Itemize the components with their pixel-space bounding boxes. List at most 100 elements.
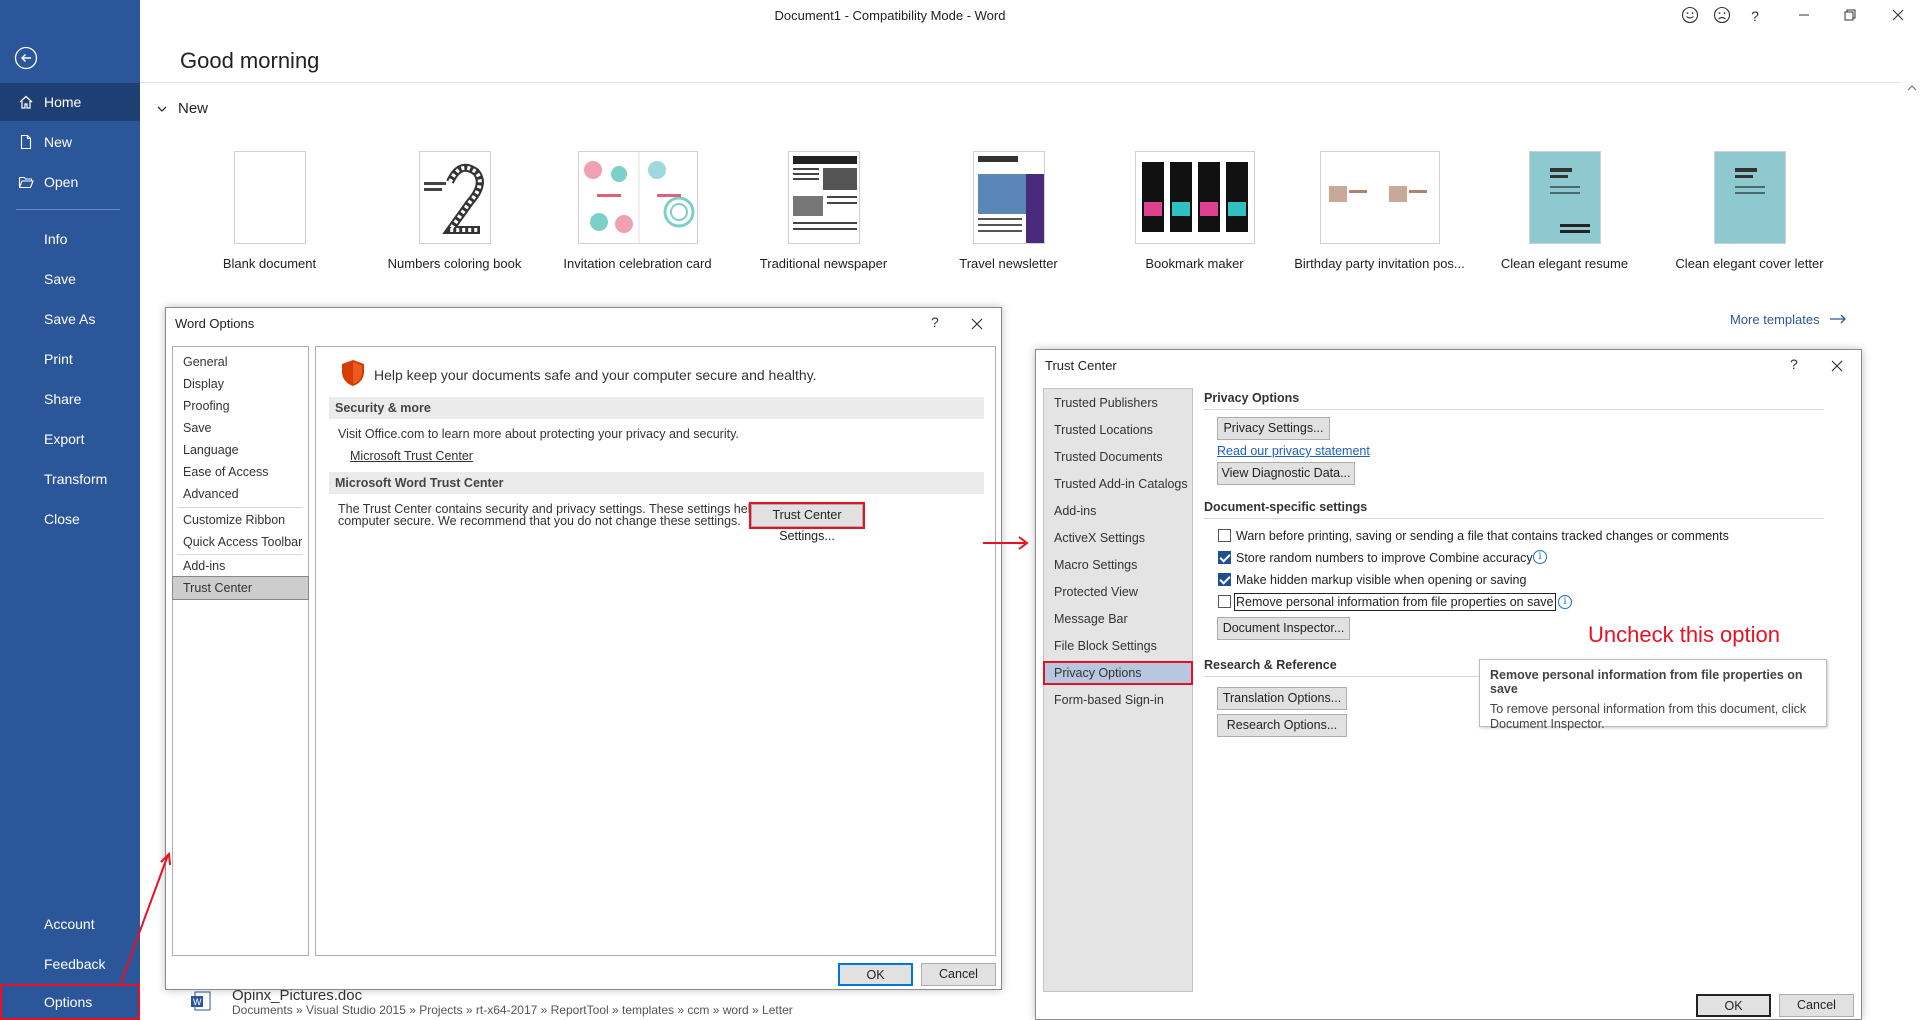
microsoft-trust-center-link[interactable]: Microsoft Trust Center	[350, 449, 473, 464]
nav-share[interactable]: Share	[0, 380, 140, 418]
nav-export[interactable]: Export	[0, 420, 140, 458]
options-nav-ease-of-access[interactable]: Ease of Access	[173, 461, 308, 483]
template-traditional-newspaper[interactable]: Traditional newspaper	[731, 151, 916, 271]
template-birthday-party-invitation[interactable]: Birthday party invitation pos...	[1287, 151, 1472, 271]
options-nav-language[interactable]: Language	[173, 439, 308, 461]
info-icon[interactable]: i	[1533, 550, 1547, 564]
smiley-feedback-icon[interactable]	[1680, 6, 1700, 26]
options-nav-general[interactable]: General	[173, 351, 308, 373]
trust-center-help-icon[interactable]: ?	[1790, 356, 1798, 372]
nav-close[interactable]: Close	[0, 500, 140, 538]
options-nav-advanced[interactable]: Advanced	[173, 483, 308, 505]
scroll-up-icon[interactable]	[1904, 82, 1920, 94]
word-options-cancel-button[interactable]: Cancel	[921, 963, 996, 986]
tc-nav-trusted-addin-catalogs[interactable]: Trusted Add-in Catalogs	[1044, 473, 1192, 495]
trust-center-close-icon[interactable]	[1831, 354, 1843, 377]
info-icon[interactable]: i	[1558, 595, 1572, 609]
template-thumbnail	[1713, 151, 1786, 244]
warn-tracked-changes-checkbox[interactable]	[1218, 529, 1231, 542]
nav-info[interactable]: Info	[0, 220, 140, 258]
nav-save-as[interactable]: Save As	[0, 300, 140, 338]
nav-options[interactable]: Options	[0, 984, 140, 1020]
nav-print-label: Print	[44, 351, 73, 367]
options-nav-save[interactable]: Save	[173, 417, 308, 439]
document-inspector-button[interactable]: Document Inspector...	[1217, 617, 1350, 640]
vertical-scrollbar[interactable]	[1904, 82, 1920, 1020]
word-options-ok-button[interactable]: OK	[838, 963, 913, 986]
nav-transform[interactable]: Transform	[0, 460, 140, 498]
section-rule	[1204, 518, 1824, 519]
tc-nav-trusted-publishers[interactable]: Trusted Publishers	[1044, 392, 1192, 414]
privacy-options-heading: Privacy Options	[1204, 391, 1300, 405]
trust-lead-text: Help keep your documents safe and your c…	[374, 367, 817, 383]
view-diagnostic-data-button[interactable]: View Diagnostic Data...	[1217, 462, 1355, 485]
close-window-icon[interactable]	[1888, 6, 1908, 26]
nav-options-label: Options	[44, 994, 93, 1010]
nav-feedback[interactable]: Feedback	[0, 945, 140, 983]
options-nav-add-ins[interactable]: Add-ins	[173, 555, 308, 577]
template-invitation-celebration-card[interactable]: Invitation celebration card	[545, 151, 730, 271]
options-nav-customize-ribbon[interactable]: Customize Ribbon	[173, 509, 308, 531]
translation-options-button[interactable]: Translation Options...	[1217, 687, 1347, 710]
trust-center-cancel-button[interactable]: Cancel	[1779, 994, 1854, 1017]
remove-personal-info-checkbox[interactable]	[1218, 595, 1231, 608]
nav-account[interactable]: Account	[0, 905, 140, 943]
restore-icon[interactable]	[1840, 6, 1860, 26]
tc-nav-privacy-options[interactable]: Privacy Options	[1043, 661, 1193, 685]
word-options-nav: General Display Proofing Save Language E…	[172, 346, 309, 956]
new-document-icon	[20, 134, 32, 150]
template-numbers-coloring-book[interactable]: Numbers coloring book	[362, 151, 547, 271]
tooltip-title: Remove personal information from file pr…	[1490, 668, 1803, 696]
options-nav-trust-center[interactable]: Trust Center	[172, 576, 309, 600]
tc-nav-macro-settings[interactable]: Macro Settings	[1044, 554, 1192, 576]
help-icon[interactable]: ?	[1745, 6, 1765, 26]
nav-divider	[16, 209, 120, 210]
nav-save[interactable]: Save	[0, 260, 140, 298]
window-title: Document1 - Compatibility Mode - Word	[774, 8, 1006, 23]
options-nav-proofing[interactable]: Proofing	[173, 395, 308, 417]
word-options-close-icon[interactable]	[971, 312, 983, 335]
frown-feedback-icon[interactable]	[1712, 6, 1732, 26]
template-travel-newsletter[interactable]: Travel newsletter	[916, 151, 1101, 271]
template-name: Birthday party invitation pos...	[1294, 256, 1465, 271]
tc-nav-add-ins[interactable]: Add-ins	[1044, 500, 1192, 522]
trust-center-settings-button[interactable]: Trust Center Settings...	[749, 502, 865, 543]
trust-center-ok-button[interactable]: OK	[1696, 994, 1771, 1017]
word-options-content: Help keep your documents safe and your c…	[315, 346, 996, 956]
tc-nav-trusted-documents[interactable]: Trusted Documents	[1044, 446, 1192, 468]
svg-text:W: W	[193, 997, 202, 1007]
nav-open[interactable]: Open	[0, 163, 140, 201]
nav-home[interactable]: Home	[0, 83, 140, 121]
security-more-header: Security & more	[329, 397, 984, 419]
arrow-right-icon	[1830, 314, 1847, 324]
hidden-markup-checkbox[interactable]	[1218, 573, 1231, 586]
nav-print[interactable]: Print	[0, 340, 140, 378]
security-more-text: Visit Office.com to learn more about pro…	[338, 427, 739, 441]
options-nav-display[interactable]: Display	[173, 373, 308, 395]
template-clean-elegant-resume[interactable]: Clean elegant resume	[1472, 151, 1657, 271]
nav-share-label: Share	[44, 391, 82, 407]
privacy-statement-link[interactable]: Read our privacy statement	[1217, 444, 1370, 458]
template-clean-elegant-cover-letter[interactable]: Clean elegant cover letter	[1657, 151, 1842, 271]
nav-new[interactable]: New	[0, 123, 140, 161]
tc-nav-form-based-sign-in[interactable]: Form-based Sign-in	[1044, 689, 1192, 711]
new-section-header[interactable]: New	[156, 100, 208, 117]
tc-nav-protected-view[interactable]: Protected View	[1044, 581, 1192, 603]
template-blank-document[interactable]: Blank document	[177, 151, 362, 271]
store-random-numbers-checkbox[interactable]	[1218, 551, 1231, 564]
research-options-button[interactable]: Research Options...	[1217, 714, 1347, 737]
word-options-help-icon[interactable]: ?	[931, 314, 939, 330]
options-nav-quick-access-toolbar[interactable]: Quick Access Toolbar	[173, 531, 308, 553]
template-name: Travel newsletter	[959, 256, 1058, 271]
privacy-settings-button[interactable]: Privacy Settings...	[1217, 417, 1330, 440]
template-bookmark-maker[interactable]: Bookmark maker	[1102, 151, 1287, 271]
more-templates-link[interactable]: More templates	[1730, 312, 1847, 327]
tc-nav-activex-settings[interactable]: ActiveX Settings	[1044, 527, 1192, 549]
tc-nav-message-bar[interactable]: Message Bar	[1044, 608, 1192, 630]
recent-file-path: Documents » Visual Studio 2015 » Project…	[232, 1003, 793, 1017]
back-arrow-icon[interactable]	[14, 46, 38, 70]
minimize-icon[interactable]	[1794, 6, 1814, 26]
tc-nav-trusted-locations[interactable]: Trusted Locations	[1044, 419, 1192, 441]
tc-nav-file-block-settings[interactable]: File Block Settings	[1044, 635, 1192, 657]
tooltip-body-line2: Document Inspector.	[1490, 717, 1605, 731]
